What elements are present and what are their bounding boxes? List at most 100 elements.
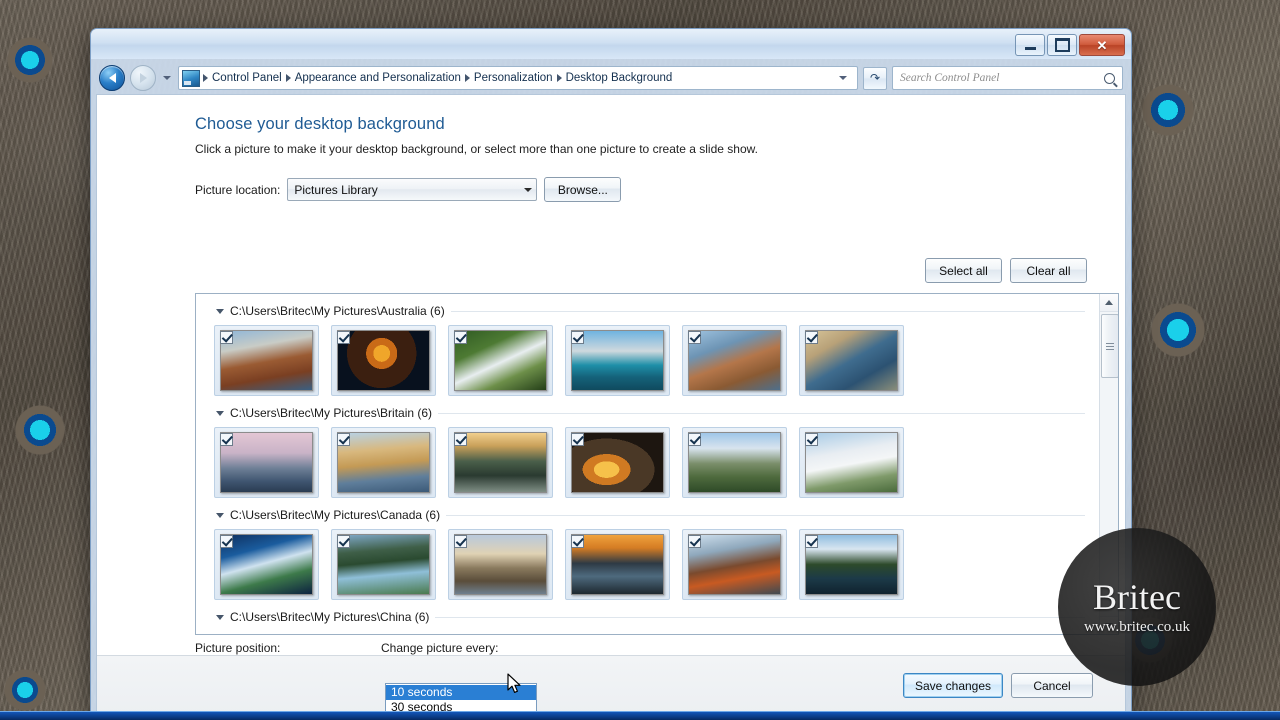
picture-group-header[interactable]: C:\Users\Britec\My Pictures\Canada (6) — [196, 504, 1099, 525]
picture-thumbnail[interactable] — [331, 427, 436, 498]
maximize-button[interactable] — [1047, 34, 1077, 56]
picture-thumbnail[interactable] — [448, 529, 553, 600]
group-divider — [435, 617, 1085, 618]
thumbnail-checkbox[interactable] — [454, 433, 467, 446]
picture-thumbnail[interactable] — [214, 325, 319, 396]
picture-thumbnail[interactable] — [214, 529, 319, 600]
picture-thumbnail[interactable] — [682, 529, 787, 600]
window-titlebar[interactable]: ✕ — [91, 29, 1131, 59]
thumbnail-checkbox[interactable] — [688, 433, 701, 446]
picture-group-path: C:\Users\Britec\My Pictures\Australia (6… — [230, 304, 445, 318]
thumbnail-checkbox[interactable] — [337, 535, 350, 548]
breadcrumb-item-desktop-background[interactable]: Desktop Background — [562, 72, 677, 84]
britec-watermark: Britec www.britec.co.uk — [1058, 528, 1216, 686]
breadcrumb[interactable]: Control Panel Appearance and Personaliza… — [178, 66, 858, 90]
thumbnail-image — [688, 432, 781, 493]
browse-button[interactable]: Browse... — [544, 177, 621, 202]
picture-thumbnail[interactable] — [799, 427, 904, 498]
group-divider — [438, 413, 1085, 414]
picture-thumbnail-row — [196, 525, 1099, 606]
thumbnail-checkbox[interactable] — [571, 535, 584, 548]
page-subtitle: Click a picture to make it your desktop … — [195, 142, 1125, 156]
watermark-url: www.britec.co.uk — [1084, 619, 1190, 636]
change-interval-label: Change picture every: — [381, 641, 498, 655]
window-controls: ✕ — [1015, 34, 1125, 56]
chevron-up-icon — [1105, 300, 1113, 305]
search-input[interactable]: Search Control Panel — [892, 66, 1123, 90]
thumbnail-checkbox[interactable] — [220, 535, 233, 548]
thumbnail-checkbox[interactable] — [454, 331, 467, 344]
thumbnail-image — [688, 330, 781, 391]
picture-thumbnail[interactable] — [331, 325, 436, 396]
picture-thumbnail[interactable] — [448, 325, 553, 396]
thumbnail-image — [805, 330, 898, 391]
thumbnail-checkbox[interactable] — [454, 535, 467, 548]
chevron-down-icon — [163, 76, 171, 80]
thumbnail-checkbox[interactable] — [805, 535, 818, 548]
picture-group-path: C:\Users\Britec\My Pictures\China (6) — [230, 610, 429, 624]
picture-thumbnail[interactable] — [799, 325, 904, 396]
picture-group-header[interactable]: C:\Users\Britec\My Pictures\Australia (6… — [196, 300, 1099, 321]
group-collapse-triangle-icon — [216, 411, 224, 416]
forward-button[interactable] — [130, 65, 156, 91]
save-changes-button[interactable]: Save changes — [903, 673, 1003, 698]
taskbar[interactable] — [0, 711, 1280, 720]
picture-thumbnail[interactable] — [565, 325, 670, 396]
select-clear-buttons: Select all Clear all — [925, 258, 1087, 283]
picture-location-select[interactable]: Pictures Library — [287, 178, 537, 201]
breadcrumb-item-control-panel[interactable]: Control Panel — [208, 72, 286, 84]
picture-thumbnail[interactable] — [682, 427, 787, 498]
thumbnail-checkbox[interactable] — [688, 331, 701, 344]
picture-thumbnail[interactable] — [682, 325, 787, 396]
thumbnail-checkbox[interactable] — [805, 433, 818, 446]
breadcrumb-item-personalization[interactable]: Personalization — [470, 72, 557, 84]
thumbnail-checkbox[interactable] — [805, 331, 818, 344]
picture-thumbnail-row — [196, 423, 1099, 504]
thumbnail-checkbox[interactable] — [337, 331, 350, 344]
picture-list-viewport: C:\Users\Britec\My Pictures\Australia (6… — [196, 294, 1099, 634]
thumbnail-image — [805, 432, 898, 493]
breadcrumb-item-appearance[interactable]: Appearance and Personalization — [291, 72, 465, 84]
scroll-up-button[interactable] — [1100, 294, 1118, 312]
thumbnail-checkbox[interactable] — [571, 433, 584, 446]
thumbnail-image — [454, 330, 547, 391]
thumbnail-image — [454, 534, 547, 595]
thumbnail-image — [571, 534, 664, 595]
thumbnail-checkbox[interactable] — [688, 535, 701, 548]
refresh-button[interactable]: ↷ — [863, 67, 887, 90]
picture-thumbnail-row — [196, 321, 1099, 402]
thumbnail-image — [805, 534, 898, 595]
thumbnail-checkbox[interactable] — [337, 433, 350, 446]
breadcrumb-dropdown-button[interactable] — [835, 76, 855, 80]
thumbnail-checkbox[interactable] — [220, 433, 233, 446]
picture-group-header[interactable]: C:\Users\Britec\My Pictures\China (6) — [196, 606, 1099, 627]
picture-thumbnail[interactable] — [331, 529, 436, 600]
group-collapse-triangle-icon — [216, 513, 224, 518]
select-all-button[interactable]: Select all — [925, 258, 1002, 283]
group-collapse-triangle-icon — [216, 615, 224, 620]
thumbnail-checkbox[interactable] — [571, 331, 584, 344]
picture-location-row: Picture location: Pictures Library Brows… — [195, 177, 1125, 202]
picture-thumbnail[interactable] — [565, 427, 670, 498]
close-button[interactable]: ✕ — [1079, 34, 1125, 56]
back-button[interactable] — [99, 65, 125, 91]
control-panel-icon — [182, 70, 200, 87]
picture-thumbnail[interactable] — [799, 529, 904, 600]
scrollbar-thumb[interactable] — [1101, 314, 1119, 378]
thumbnail-checkbox[interactable] — [220, 331, 233, 344]
minimize-button[interactable] — [1015, 34, 1045, 56]
cancel-button[interactable]: Cancel — [1011, 673, 1093, 698]
desktop-background-window: ✕ Control Panel Appearance and Personali… — [90, 28, 1132, 716]
recent-pages-button[interactable] — [161, 76, 173, 80]
thumbnail-image — [337, 330, 430, 391]
picture-position-label: Picture position: — [195, 641, 381, 655]
picture-thumbnail[interactable] — [565, 529, 670, 600]
thumbnail-image — [220, 534, 313, 595]
picture-list[interactable]: C:\Users\Britec\My Pictures\Australia (6… — [195, 293, 1119, 635]
clear-all-button[interactable]: Clear all — [1010, 258, 1087, 283]
picture-group-header[interactable]: C:\Users\Britec\My Pictures\Britain (6) — [196, 402, 1099, 423]
picture-thumbnail[interactable] — [448, 427, 553, 498]
picture-thumbnail[interactable] — [214, 427, 319, 498]
thumbnail-image — [688, 534, 781, 595]
page-title: Choose your desktop background — [195, 115, 1125, 134]
